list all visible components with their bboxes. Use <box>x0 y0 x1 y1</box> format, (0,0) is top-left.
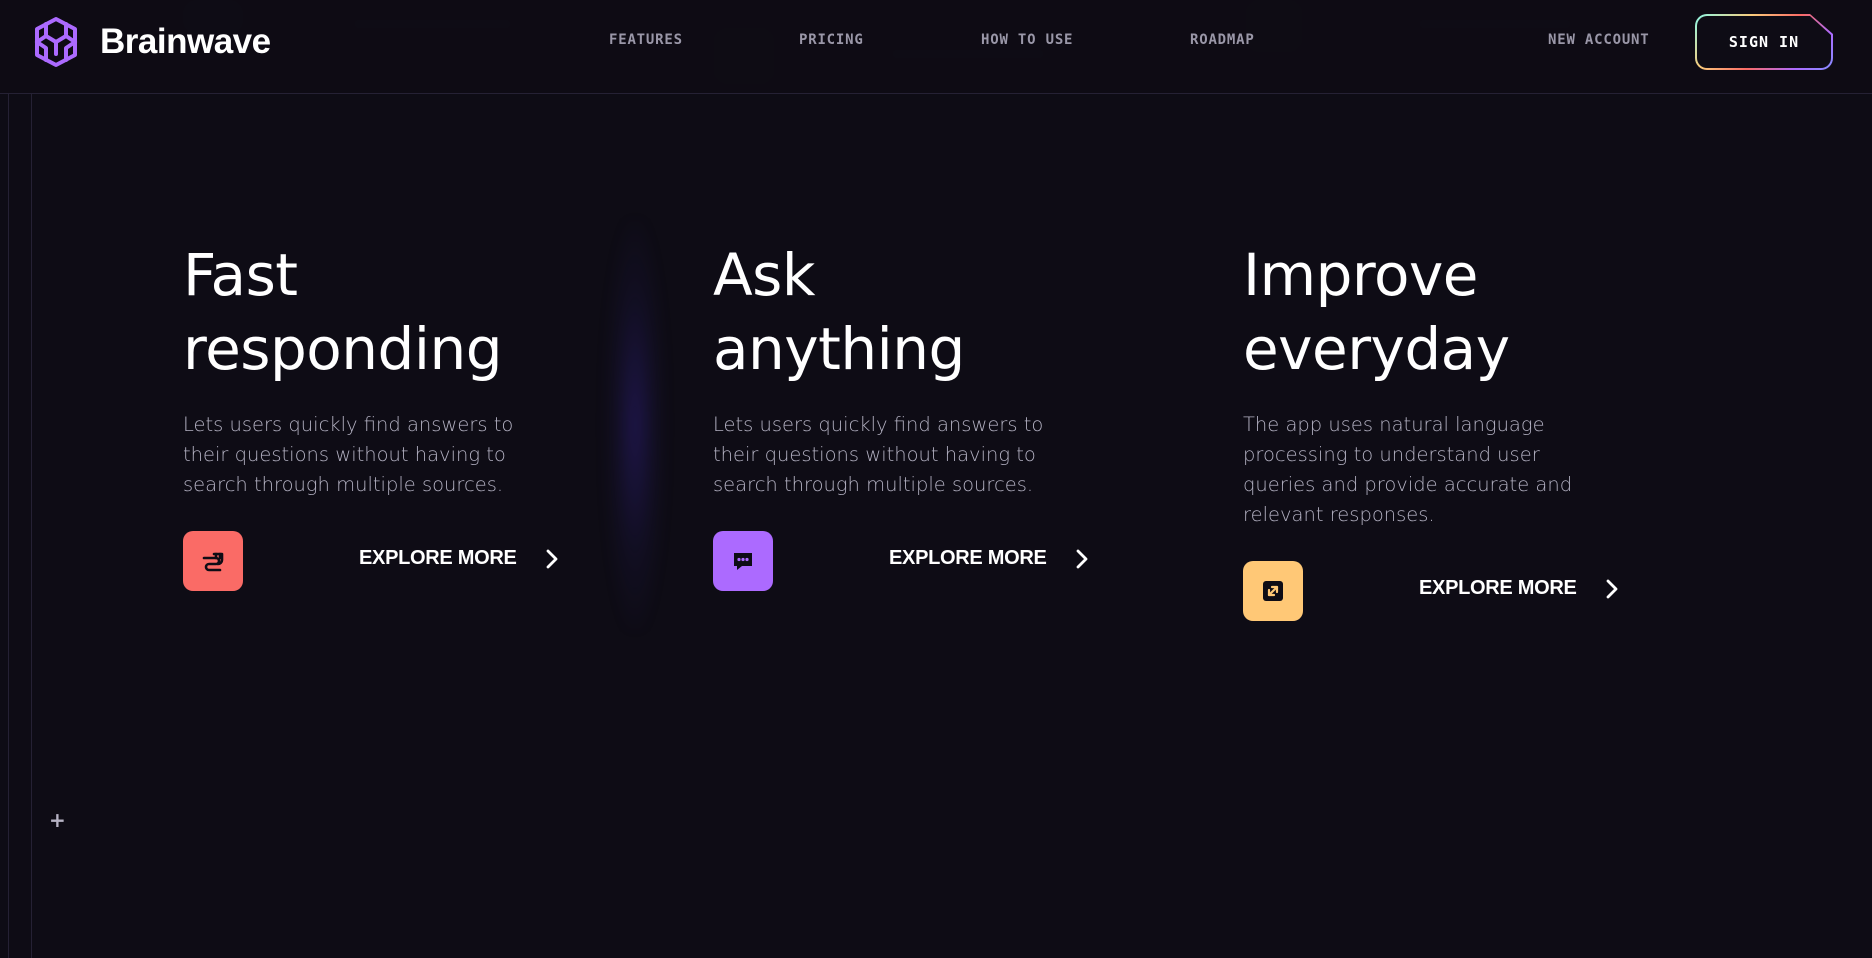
chevron-right-icon <box>1076 549 1087 568</box>
feature-card-improve-everyday: Improve everyday The app uses natural la… <box>1243 238 1643 621</box>
card-title-line: everyday <box>1243 315 1510 383</box>
sign-in-label: SIGN IN <box>1697 16 1831 68</box>
explore-more-label: EXPLORE MORE <box>359 547 517 569</box>
card-title-line: responding <box>183 315 503 383</box>
feature-card-fast-responding: Fast responding Lets users quickly find … <box>183 238 583 591</box>
card-description: The app uses natural language processing… <box>1243 413 1573 526</box>
card-title-line: Ask <box>713 241 815 309</box>
card-title: Fast responding <box>183 238 583 386</box>
new-account-link[interactable]: NEW ACCOUNT <box>1548 32 1650 48</box>
nav-link-how-to-use[interactable]: HOW TO USE <box>981 32 1073 48</box>
card-footer: EXPLORE MORE <box>183 531 583 591</box>
card-description: Lets users quickly find answers to their… <box>713 413 1044 496</box>
explore-more-link[interactable]: EXPLORE MORE <box>1419 577 1619 600</box>
explore-more-link[interactable]: EXPLORE MORE <box>359 547 559 570</box>
nav-link-features[interactable]: FEATURES <box>609 32 683 48</box>
brand-name: Brainwave <box>100 22 271 61</box>
page: Brainwave FEATURES PRICING HOW TO USE RO… <box>0 0 1872 958</box>
card-title-line: Improve <box>1243 241 1479 309</box>
top-navigation-bar: Brainwave FEATURES PRICING HOW TO USE RO… <box>0 0 1872 94</box>
explore-more-link[interactable]: EXPLORE MORE <box>889 547 1089 570</box>
nav-link-roadmap[interactable]: ROADMAP <box>1190 32 1255 48</box>
chat-icon <box>713 531 773 591</box>
card-title: Improve everyday <box>1243 238 1643 386</box>
card-footer: EXPLORE MORE <box>713 531 1113 591</box>
plug-icon <box>183 531 243 591</box>
card-title-line: Fast <box>183 241 298 309</box>
card-description: Lets users quickly find answers to their… <box>183 413 514 496</box>
background-glow <box>605 220 665 630</box>
sign-in-button[interactable]: SIGN IN <box>1695 14 1833 70</box>
feature-card-ask-anything: Ask anything Lets users quickly find ans… <box>713 238 1113 591</box>
chevron-right-icon <box>546 549 557 568</box>
frame-line-left-outer <box>8 94 9 958</box>
card-title: Ask anything <box>713 238 1113 386</box>
card-title-line: anything <box>713 315 965 383</box>
explore-more-label: EXPLORE MORE <box>1419 577 1577 599</box>
explore-more-label: EXPLORE MORE <box>889 547 1047 569</box>
brain-logo-icon <box>35 17 77 67</box>
card-footer: EXPLORE MORE <box>1243 561 1643 621</box>
plus-icon: + <box>49 808 66 832</box>
chevron-right-icon <box>1606 579 1617 598</box>
frame-line-left-inner <box>31 94 32 958</box>
nav-link-pricing[interactable]: PRICING <box>799 32 864 48</box>
brand-logo[interactable]: Brainwave <box>30 16 271 68</box>
expand-icon <box>1243 561 1303 621</box>
